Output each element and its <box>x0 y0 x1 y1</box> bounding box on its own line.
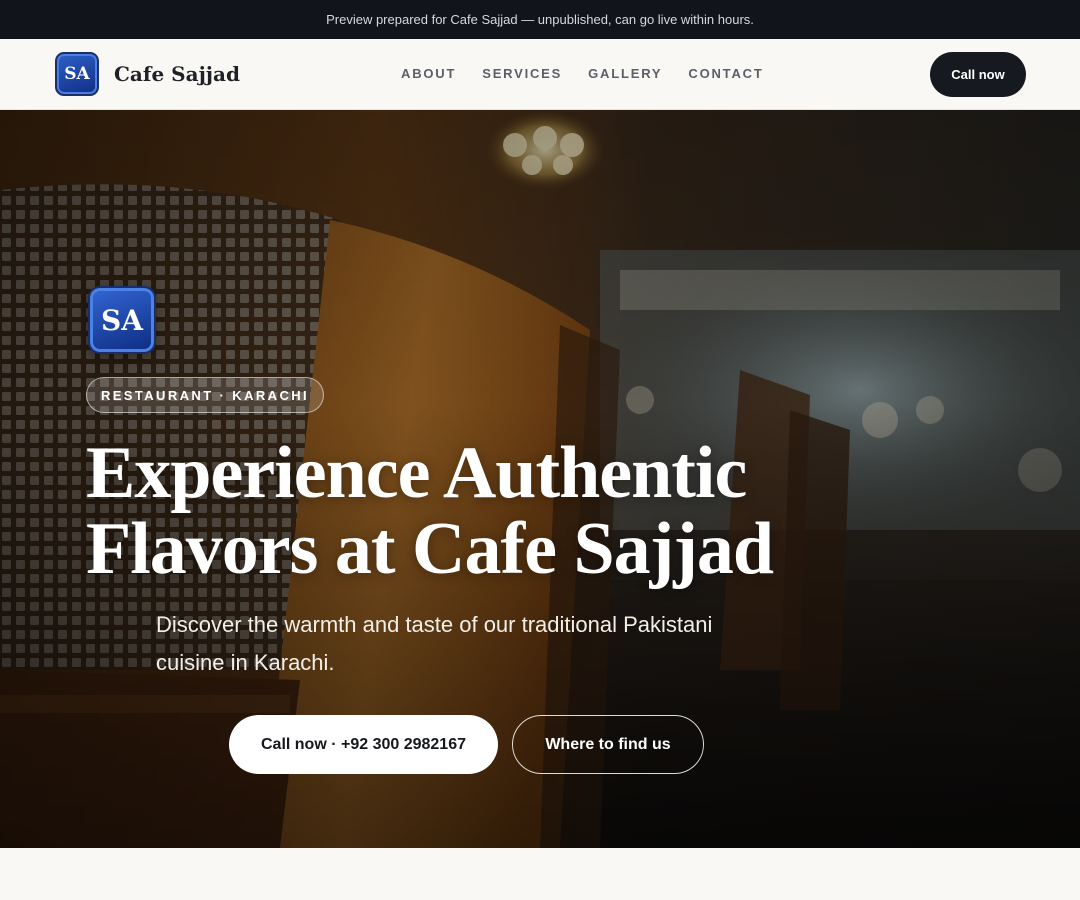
preview-banner-text: Preview prepared for Cafe Sajjad — unpub… <box>326 12 754 27</box>
category-tag: RESTAURANT · KARACHI <box>86 377 324 413</box>
hero-logo-badge: SA <box>88 286 156 354</box>
hero-subtitle: Discover the warmth and taste of our tra… <box>156 612 713 675</box>
site-header: SA Cafe Sajjad ABOUT SERVICES GALLERY CO… <box>0 39 1080 110</box>
brand-name[interactable]: Cafe Sajjad <box>114 62 240 86</box>
nav-link-about[interactable]: ABOUT <box>401 66 456 81</box>
hero-title-line-2: Flavors at Cafe Sajjad <box>86 508 774 590</box>
where-to-find-us-button[interactable]: Where to find us <box>512 715 704 774</box>
header-call-button[interactable]: Call now <box>930 52 1026 97</box>
hero-title: Experience Authentic Flavors at Cafe Saj… <box>86 435 846 587</box>
hero-title-line-1: Experience Authentic <box>86 432 747 514</box>
next-section <box>0 848 1080 900</box>
nav-link-gallery[interactable]: GALLERY <box>588 66 662 81</box>
call-now-button[interactable]: Call now · +92 300 2982167 <box>229 715 498 774</box>
preview-banner: Preview prepared for Cafe Sajjad — unpub… <box>0 0 1080 39</box>
logo-badge[interactable]: SA <box>55 52 99 96</box>
nav-link-services[interactable]: SERVICES <box>482 66 562 81</box>
hero-section: SA RESTAURANT · KARACHI Experience Authe… <box>0 110 1080 848</box>
main-nav: ABOUT SERVICES GALLERY CONTACT <box>401 66 764 81</box>
nav-link-contact[interactable]: CONTACT <box>688 66 763 81</box>
